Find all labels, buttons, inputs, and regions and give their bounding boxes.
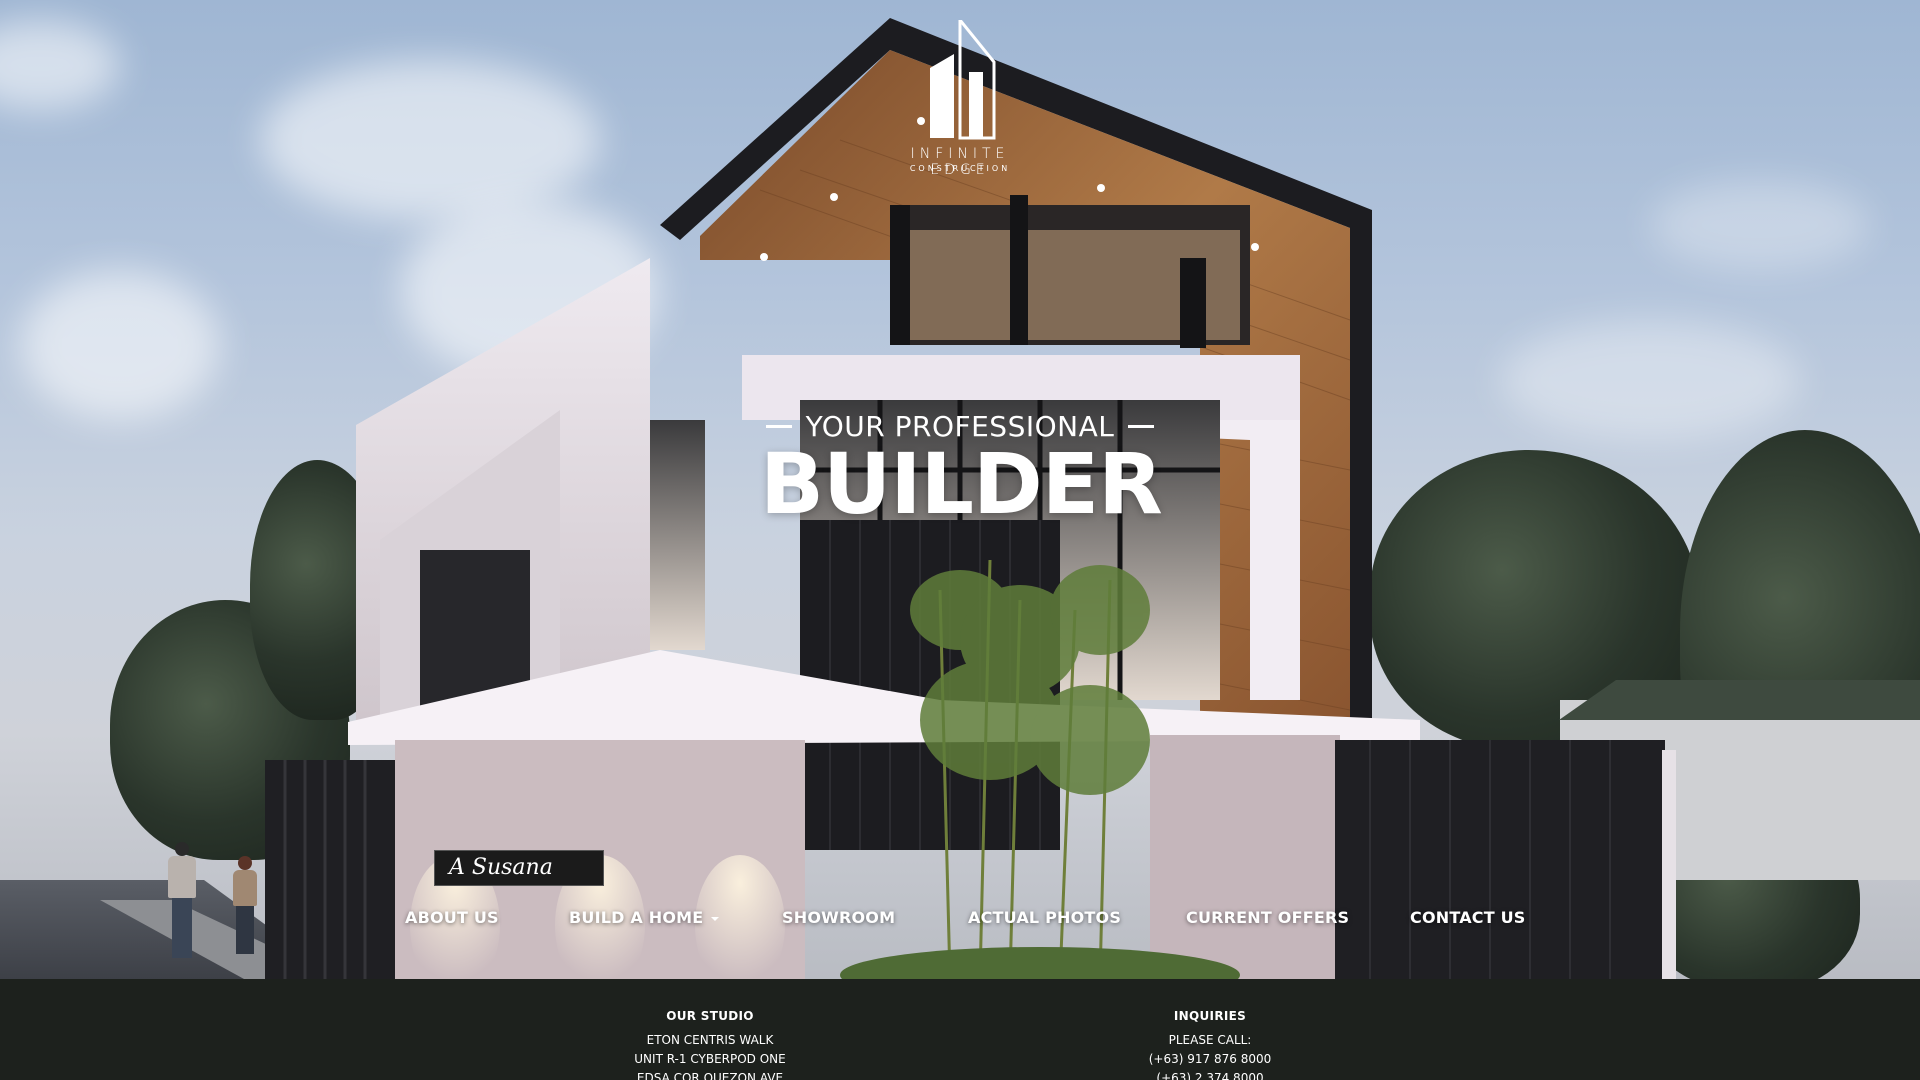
main-nav: ABOUT US BUILD A HOME SHOWROOM ACTUAL PH… [0,908,1920,934]
pedestrian [162,842,202,962]
dash-right [1128,425,1155,428]
footer-studio-line: UNIT R-1 CYBERPOD ONE [634,1052,786,1066]
nav-about-us-label: ABOUT US [405,908,499,927]
footer-phone-mobile[interactable]: (+63) 917 876 8000 [1060,1050,1360,1069]
building-logo-icon [930,20,996,140]
footer-studio-line: ETON CENTRIS WALK [646,1033,774,1047]
footer-inquiries-line: PLEASE CALL: [1168,1033,1252,1047]
pedestrian [228,856,262,956]
caret-down-icon [711,916,720,921]
nav-actual-photos-label: ACTUAL PHOTOS [968,908,1122,927]
nav-showroom-label: SHOWROOM [782,908,896,927]
footer-studio-line: EDSA COR QUEZON AVE [636,1071,784,1080]
hero-banner: INFINITE EDGE CONSTRUCTION YOUR PROFESSI… [0,0,1920,979]
nav-current-offers[interactable]: CURRENT OFFERS [1186,908,1349,927]
footer-inquiries-heading: INQUIRIES [1173,1009,1247,1023]
footer-inquiries: INQUIRIES PLEASE CALL: (+63) 917 876 800… [1060,979,1360,1080]
brand-logo[interactable]: INFINITE EDGE CONSTRUCTION [880,20,1040,180]
nav-contact-us[interactable]: CONTACT US [1410,908,1526,927]
nav-actual-photos[interactable]: ACTUAL PHOTOS [968,908,1121,927]
nav-build-a-home[interactable]: BUILD A HOME [569,908,720,927]
footer-phone-landline[interactable]: (+63) 2 374 8000 [1060,1069,1360,1080]
brand-name: INFINITE EDGE [910,146,1010,178]
footer-studio-heading: OUR STUDIO [666,1009,754,1023]
footer-studio: OUR STUDIO ETON CENTRIS WALK UNIT R-1 CY… [560,979,860,1080]
footer: OUR STUDIO ETON CENTRIS WALK UNIT R-1 CY… [0,979,1920,1080]
hero-tagline: YOUR PROFESSIONAL BUILDER [760,410,1163,533]
nav-contact-us-label: CONTACT US [1410,908,1526,927]
nav-showroom[interactable]: SHOWROOM [782,908,895,927]
hero-heading: BUILDER [760,435,1163,533]
house-name-plate: A Susana [434,850,604,886]
nav-about-us[interactable]: ABOUT US [405,908,499,927]
dash-left [765,425,792,428]
brand-tagline: CONSTRUCTION [909,164,1011,173]
nav-build-a-home-label: BUILD A HOME [569,908,704,927]
nav-current-offers-label: CURRENT OFFERS [1186,908,1350,927]
